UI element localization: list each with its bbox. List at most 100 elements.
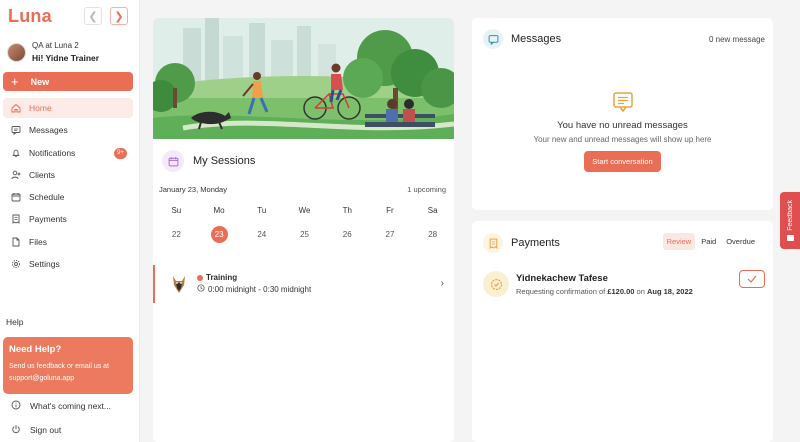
chevron-right-icon: ›: [440, 278, 444, 289]
payment-date: Aug 18, 2022: [646, 286, 693, 296]
sidebar-item-schedule[interactable]: Schedule: [3, 187, 133, 207]
sessions-title: My Sessions: [193, 155, 256, 167]
day-cell[interactable]: 26: [326, 230, 369, 243]
calendar-icon: [162, 150, 184, 172]
help-card-body: Send us feedback or email us at support@…: [9, 361, 127, 385]
tab-overdue[interactable]: Overdue: [722, 233, 759, 250]
help-card-title: Need Help?: [9, 344, 62, 355]
tab-paid[interactable]: Paid: [697, 233, 720, 250]
weekday-label: Th: [342, 206, 352, 215]
weekday-label: We: [298, 206, 311, 215]
messages-header: Messages: [483, 29, 561, 49]
payment-tabs: Review Paid Overdue: [662, 233, 759, 250]
payment-description: Requesting confirmation of £120.00 on Au…: [516, 287, 693, 296]
start-conversation-button[interactable]: Start conversation: [584, 151, 661, 172]
sidebar-item-label: Messages: [29, 125, 68, 136]
status-dot: [197, 275, 203, 281]
weekday-label: Mo: [213, 206, 225, 215]
new-button[interactable]: + New: [3, 72, 133, 91]
back-button[interactable]: ❮: [84, 7, 102, 25]
feedback-icon: [786, 234, 794, 241]
chevron-right-icon: ❯: [114, 10, 124, 23]
avatar: [7, 42, 26, 62]
empty-messages-icon: [612, 92, 634, 113]
date-row: January 23, Monday 1 upcoming: [159, 185, 446, 194]
sidebar-item-label: Settings: [29, 259, 60, 270]
message-icon: [483, 29, 503, 49]
sidebar-item-label: Clients: [29, 169, 55, 180]
sign-out-button[interactable]: Sign out: [11, 424, 61, 436]
power-icon: [11, 424, 21, 436]
day-cell[interactable]: 27: [369, 230, 412, 243]
payment-desc-mid: on: [636, 286, 645, 296]
whats-next-label: What's coming next...: [30, 401, 111, 411]
day-number: 22: [171, 230, 181, 239]
day-number: 25: [300, 230, 309, 239]
payment-icon: [483, 271, 509, 297]
day-cell[interactable]: 22: [155, 230, 198, 243]
day-cell[interactable]: 28: [411, 230, 454, 243]
sidebar-item-settings[interactable]: Settings: [3, 254, 133, 274]
payer-name: Yidnekachew Tafese: [516, 272, 608, 284]
info-icon: [11, 400, 21, 412]
tab-review[interactable]: Review: [662, 233, 696, 250]
day-cell-selected[interactable]: 23: [198, 226, 241, 243]
day-cell[interactable]: 24: [240, 230, 283, 243]
day-number: 24: [257, 230, 267, 239]
weekday-label: Su: [171, 206, 182, 215]
forward-button[interactable]: ❯: [110, 7, 128, 25]
payments-header: Payments: [483, 233, 560, 253]
session-item[interactable]: Training 0:00 midnight - 0:30 midnight ›: [153, 265, 454, 303]
sidebar-item-label: Notifications: [29, 147, 76, 158]
day-number: 27: [385, 230, 395, 239]
luna-logo[interactable]: Luna: [8, 6, 52, 27]
day-cell[interactable]: 25: [283, 230, 326, 243]
session-name: Training: [206, 273, 238, 282]
empty-title: You have no unread messages: [557, 120, 688, 131]
weekday-row: Su Mo Tu We Th Fr Sa: [153, 206, 454, 215]
sidebar-item-notifications[interactable]: Notifications 9+: [3, 143, 133, 163]
sign-out-label: Sign out: [30, 425, 62, 435]
payments-card: Payments Review Paid Overdue Yidnekachew…: [472, 221, 773, 442]
notification-badge: 9+: [114, 147, 127, 159]
current-date: January 23, Monday: [159, 185, 227, 194]
messages-card: Messages 0 new message You have no unrea…: [472, 18, 773, 210]
sidebar-item-label: Files: [29, 236, 47, 247]
upcoming-count: 1 upcoming: [407, 185, 446, 194]
profile-greeting: Hi! Yidne Trainer: [32, 53, 100, 63]
sidebar-item-home[interactable]: Home: [3, 98, 133, 118]
day-row: 22 23 24 25 26 27 28: [153, 226, 454, 243]
week-calendar: Su Mo Tu We Th Fr Sa 22 23 24 25 26 27 2…: [153, 206, 454, 243]
feedback-tab[interactable]: Feedback: [780, 192, 800, 249]
check-icon: [747, 270, 757, 288]
confirm-payment-button[interactable]: [739, 270, 765, 288]
file-icon: [11, 237, 21, 247]
calendar-icon: [11, 192, 21, 202]
support-email-link[interactable]: support@goluna.app: [9, 373, 127, 385]
messages-empty-state: You have no unread messages Your new and…: [472, 92, 773, 172]
plus-icon: +: [11, 74, 19, 89]
message-icon: [11, 125, 21, 136]
day-number-today: 23: [210, 226, 228, 243]
sidebar-item-clients[interactable]: Clients: [3, 165, 133, 185]
whats-next-link[interactable]: What's coming next...: [11, 400, 111, 412]
sidebar-menu: Home Messages Notifications 9+ Clients S…: [3, 98, 133, 276]
help-card[interactable]: Need Help? Send us feedback or email us …: [3, 337, 133, 394]
sidebar-item-messages[interactable]: Messages: [3, 120, 133, 140]
profile-subtitle: QA at Luna 2: [32, 41, 79, 50]
payments-title: Payments: [511, 237, 560, 249]
day-number: 26: [342, 230, 352, 239]
weekday-label: Tu: [257, 206, 267, 215]
bell-icon: [11, 148, 21, 158]
session-time: 0:00 midnight - 0:30 midnight: [208, 285, 312, 294]
payment-item[interactable]: Yidnekachew Tafese Requesting confirmati…: [483, 269, 765, 299]
sessions-card: My Sessions January 23, Monday 1 upcomin…: [153, 18, 454, 442]
dog-avatar: [167, 272, 191, 296]
sidebar-item-files[interactable]: Files: [3, 232, 133, 252]
history-nav: ❮ ❯: [84, 7, 128, 25]
home-icon: [11, 103, 21, 113]
payment-amount: £120.00: [607, 286, 635, 296]
profile[interactable]: QA at Luna 2 Hi! Yidne Trainer: [7, 40, 99, 64]
help-heading: Help: [6, 317, 24, 327]
sidebar-item-payments[interactable]: Payments: [3, 209, 133, 229]
